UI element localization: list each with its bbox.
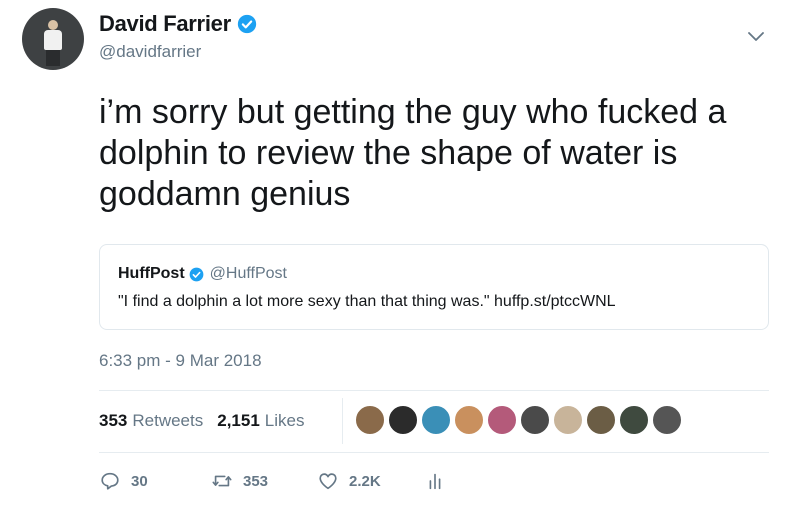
liker-avatar[interactable] <box>486 404 518 436</box>
tweet-timestamp[interactable]: 6:33 pm - 9 Mar 2018 <box>99 351 262 371</box>
tweet-text: i’m sorry but getting the guy who fucked… <box>99 93 727 213</box>
quoted-header: HuffPost @HuffPost <box>118 265 287 283</box>
liker-avatar[interactable] <box>354 404 386 436</box>
reply-count: 30 <box>131 472 148 490</box>
verified-badge-icon <box>237 14 256 34</box>
divider <box>342 398 343 444</box>
liker-avatar[interactable] <box>618 404 650 436</box>
tweet-stats: 353 Retweets 2,151 Likes <box>99 411 304 431</box>
liker-avatar[interactable] <box>519 404 551 436</box>
like-count: 2.2K <box>349 472 381 490</box>
divider <box>99 390 769 391</box>
liker-avatar[interactable] <box>552 404 584 436</box>
verified-badge-icon <box>189 267 204 281</box>
chevron-down-icon[interactable] <box>746 30 766 44</box>
retweet-icon <box>212 475 232 487</box>
quoted-text: "I find a dolphin a lot more sexy than t… <box>118 293 616 310</box>
retweets-stat-count[interactable]: 353 <box>99 411 127 431</box>
reply-button[interactable]: 30 <box>99 470 148 492</box>
divider <box>99 452 769 453</box>
retweets-stat-label[interactable]: Retweets <box>132 411 203 431</box>
quoted-author-handle: @HuffPost <box>209 265 287 282</box>
analytics-button[interactable] <box>424 470 446 492</box>
reply-icon <box>101 472 119 490</box>
quoted-tweet[interactable]: HuffPost @HuffPost "I find a dolphin a l… <box>99 244 769 330</box>
liker-avatar[interactable] <box>651 404 683 436</box>
author-handle[interactable]: @davidfarrier <box>99 42 201 62</box>
quoted-author-name: HuffPost <box>118 265 185 282</box>
retweet-count: 353 <box>243 472 269 490</box>
likes-stat-count[interactable]: 2,151 <box>217 411 260 431</box>
like-icon <box>319 473 337 490</box>
author-name[interactable]: David Farrier <box>99 11 231 37</box>
liker-avatar[interactable] <box>453 404 485 436</box>
analytics-icon <box>429 473 441 490</box>
liker-avatar[interactable] <box>387 404 419 436</box>
liker-avatar[interactable] <box>585 404 617 436</box>
author-avatar[interactable] <box>22 8 84 70</box>
likes-stat-label[interactable]: Likes <box>265 411 305 431</box>
like-button[interactable]: 2.2K <box>317 470 381 492</box>
liker-avatar[interactable] <box>420 404 452 436</box>
retweet-button[interactable]: 353 <box>211 470 268 492</box>
author-name-row: David Farrier <box>99 11 257 37</box>
